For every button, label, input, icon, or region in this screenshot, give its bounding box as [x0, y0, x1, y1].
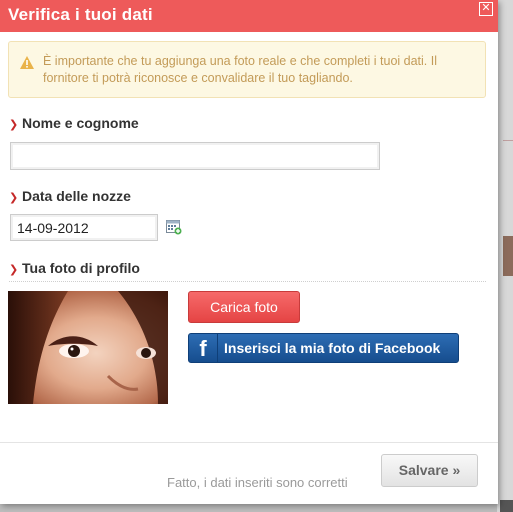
facebook-button-label: Inserisci la mia foto di Facebook: [224, 340, 441, 356]
name-label-text: Nome e cognome: [22, 115, 139, 131]
footer-divider: [0, 442, 498, 443]
upload-photo-button[interactable]: Carica foto: [188, 291, 300, 323]
warning-icon: [20, 56, 34, 69]
date-label: ❯ Data delle nozze: [9, 188, 131, 204]
photo-label-text: Tua foto di profilo: [22, 260, 140, 276]
profile-photo-image: [8, 291, 168, 404]
verify-data-dialog: Verifica i tuoi dati ✕ È importante che …: [0, 0, 498, 504]
photo-label: ❯ Tua foto di profilo: [9, 260, 140, 276]
date-label-text: Data delle nozze: [22, 188, 131, 204]
footer-note: Fatto, i dati inseriti sono corretti: [167, 475, 348, 490]
section-divider: [9, 281, 486, 282]
bullet-icon: ❯: [9, 119, 19, 131]
info-alert: È importante che tu aggiunga una foto re…: [8, 41, 486, 98]
name-label: ❯ Nome e cognome: [9, 115, 139, 131]
facebook-icon: f: [189, 334, 218, 362]
background-fragment: [500, 500, 513, 512]
background-fragment: [503, 236, 513, 276]
facebook-photo-button[interactable]: f Inserisci la mia foto di Facebook: [188, 333, 459, 363]
date-input[interactable]: [10, 214, 158, 241]
name-input[interactable]: [10, 142, 380, 170]
background-fragment: [503, 140, 513, 141]
close-icon[interactable]: ✕: [479, 2, 493, 16]
bullet-icon: ❯: [9, 264, 19, 276]
dialog-title: Verifica i tuoi dati: [8, 5, 153, 24]
save-button[interactable]: Salvare »: [381, 454, 478, 487]
bullet-icon: ❯: [9, 192, 19, 204]
dialog-header: Verifica i tuoi dati ✕: [0, 0, 498, 32]
calendar-icon[interactable]: [166, 219, 182, 235]
alert-text: È importante che tu aggiunga una foto re…: [43, 54, 437, 85]
profile-photo: [8, 291, 168, 404]
